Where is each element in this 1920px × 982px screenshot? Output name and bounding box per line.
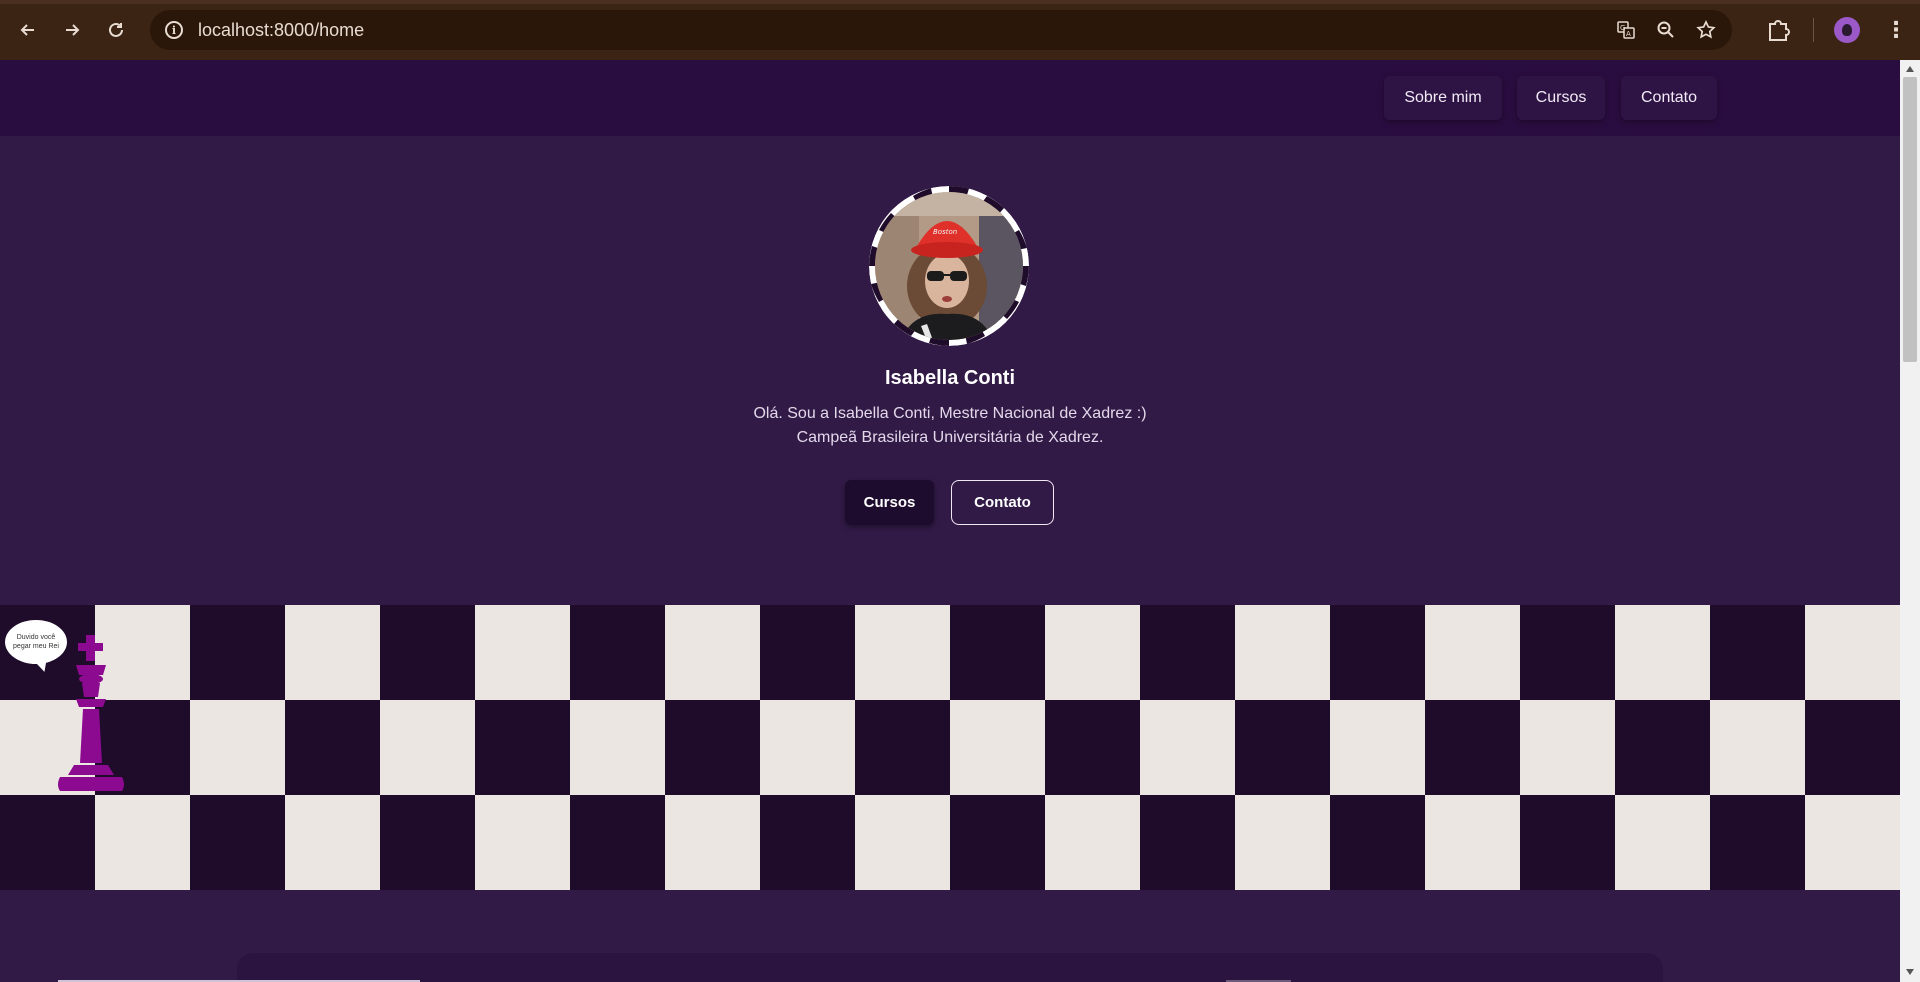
- chessboard-square: [760, 700, 855, 795]
- chessboard-square: [1520, 795, 1615, 890]
- chessboard-square: [1710, 700, 1805, 795]
- chessboard-square: [1235, 795, 1330, 890]
- chessboard-square: [475, 700, 570, 795]
- chessboard-square: [950, 700, 1045, 795]
- contato-button[interactable]: Contato: [951, 480, 1054, 525]
- chessboard-square: [1140, 700, 1235, 795]
- chessboard-square: [1330, 605, 1425, 700]
- chessboard-square: [1520, 700, 1615, 795]
- chessboard-square: [570, 795, 665, 890]
- chessboard-square: [1235, 605, 1330, 700]
- scroll-thumb[interactable]: [1903, 77, 1917, 362]
- chessboard-square: [760, 605, 855, 700]
- nav-cursos[interactable]: Cursos: [1517, 76, 1605, 120]
- chessboard-square: [1045, 700, 1140, 795]
- chessboard-square: [1615, 700, 1710, 795]
- svg-text:Boston: Boston: [933, 228, 957, 236]
- chessboard-square: [1805, 700, 1900, 795]
- chessboard-square: [1520, 605, 1615, 700]
- chessboard-square: [1045, 795, 1140, 890]
- chessboard-square: [760, 795, 855, 890]
- chessboard-square: [1235, 700, 1330, 795]
- courses-section-card: [237, 953, 1663, 982]
- chessboard-square: [190, 605, 285, 700]
- chessboard-square: [1425, 605, 1520, 700]
- chessboard-square: [855, 700, 950, 795]
- site-info-icon[interactable]: i: [154, 10, 194, 50]
- chessboard-square: [475, 795, 570, 890]
- svg-text:A: A: [1626, 30, 1631, 38]
- hero-line-1: Olá. Sou a Isabella Conti, Mestre Nacion…: [753, 405, 1147, 422]
- extensions-icon[interactable]: [1762, 14, 1794, 46]
- chessboard-square: [1615, 795, 1710, 890]
- chessboard-square: [855, 605, 950, 700]
- profile-photo: Boston: [869, 186, 1029, 346]
- bookmark-star-icon[interactable]: [1686, 10, 1726, 50]
- hero-line-2: Campeã Brasileira Universitária de Xadre…: [796, 429, 1104, 446]
- chessboard-square: [1710, 605, 1805, 700]
- chessboard-square: [1615, 605, 1710, 700]
- chessboard-square: [950, 605, 1045, 700]
- chessboard-square: [665, 605, 760, 700]
- chessboard-square: [1710, 795, 1805, 890]
- chessboard-square: [190, 700, 285, 795]
- chessboard-square: [570, 700, 665, 795]
- chessboard-square: [1425, 700, 1520, 795]
- chessboard: [0, 605, 1900, 890]
- profile-avatar[interactable]: [1834, 17, 1860, 43]
- chessboard-square: [380, 605, 475, 700]
- zoom-icon[interactable]: [1646, 10, 1686, 50]
- scroll-down-icon[interactable]: [1906, 969, 1914, 975]
- menu-icon[interactable]: ⋮: [1880, 14, 1912, 46]
- translate-icon[interactable]: GA: [1606, 10, 1646, 50]
- chessboard-square: [285, 795, 380, 890]
- back-icon[interactable]: [6, 8, 50, 52]
- chessboard-square: [285, 700, 380, 795]
- site-navbar: Sobre mim Cursos Contato: [0, 60, 1900, 136]
- chessboard-square: [380, 700, 475, 795]
- chessboard-square: [570, 605, 665, 700]
- chessboard-square: [1805, 605, 1900, 700]
- chessboard-square: [1045, 605, 1140, 700]
- forward-icon[interactable]: [50, 8, 94, 52]
- chessboard-square: [95, 795, 190, 890]
- chessboard-square: [1140, 605, 1235, 700]
- toolbar-separator: [1813, 18, 1814, 42]
- chessboard-square: [1330, 700, 1425, 795]
- chessboard-square: [1425, 795, 1520, 890]
- chessboard-square: [190, 795, 285, 890]
- chessboard-square: [1330, 795, 1425, 890]
- scroll-up-icon[interactable]: [1906, 66, 1914, 72]
- browser-toolbar: i localhost:8000/home GA ⋮: [0, 0, 1920, 60]
- chessboard-square: [285, 605, 380, 700]
- url-text[interactable]: localhost:8000/home: [198, 20, 364, 41]
- chessboard-square: [1805, 795, 1900, 890]
- nav-contato[interactable]: Contato: [1621, 76, 1717, 120]
- svg-text:G: G: [1620, 24, 1625, 32]
- chessboard-square: [475, 605, 570, 700]
- page-content: Sobre mim Cursos Contato Boston Isabella…: [0, 60, 1900, 982]
- chessboard-square: [0, 795, 95, 890]
- nav-sobre-mim[interactable]: Sobre mim: [1384, 76, 1502, 120]
- hero-name: Isabella Conti: [884, 367, 1016, 389]
- chessboard-square: [855, 795, 950, 890]
- king-piece-icon[interactable]: [56, 635, 126, 793]
- chessboard-square: [380, 795, 475, 890]
- address-bar[interactable]: i localhost:8000/home GA: [150, 10, 1732, 50]
- cursos-button[interactable]: Cursos: [845, 480, 934, 525]
- chessboard-square: [665, 795, 760, 890]
- chessboard-square: [1140, 795, 1235, 890]
- hero-description: Olá. Sou a Isabella Conti, Mestre Nacion…: [0, 402, 1900, 450]
- reload-icon[interactable]: [94, 8, 138, 52]
- chessboard-square: [665, 700, 760, 795]
- chessboard-square: [950, 795, 1045, 890]
